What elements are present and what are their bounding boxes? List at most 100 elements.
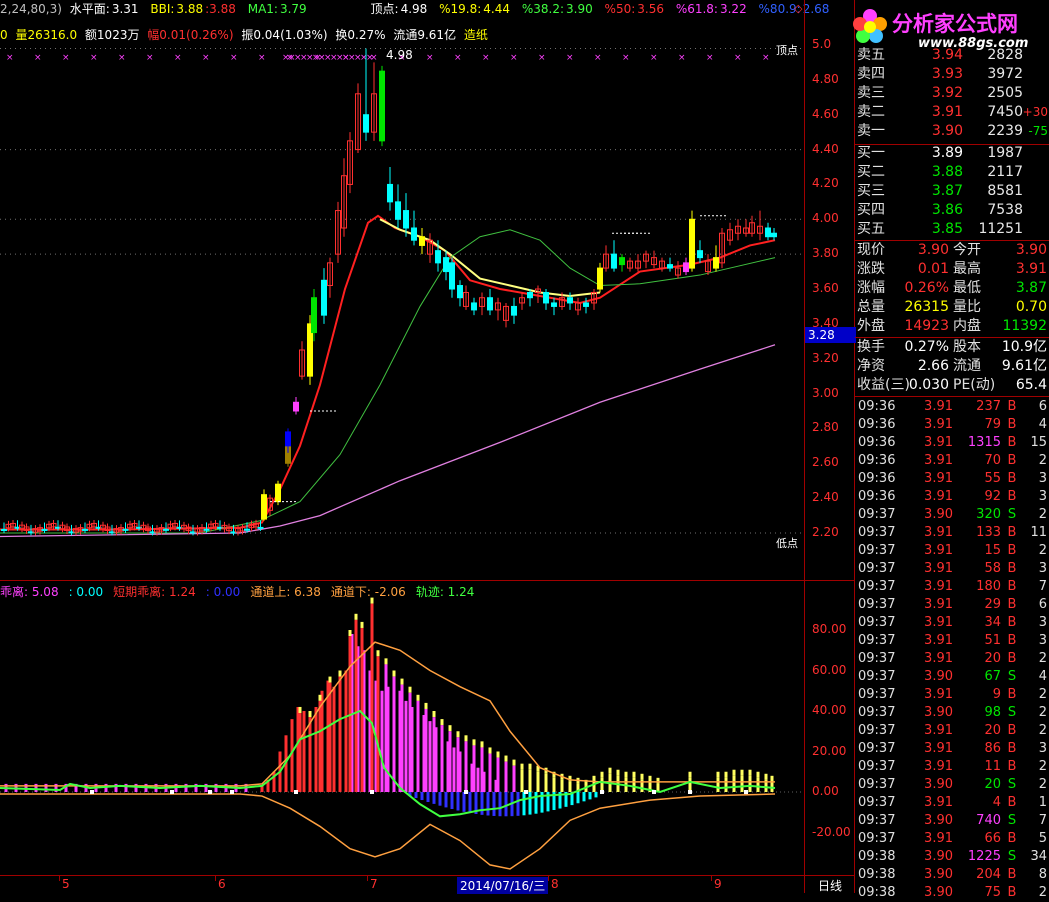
signal-dot bbox=[294, 790, 298, 794]
ma-line-red bbox=[0, 214, 776, 531]
tick-side: B bbox=[1007, 651, 1017, 666]
tick-price: 3.91 bbox=[924, 795, 953, 810]
quote-label: 股本 bbox=[953, 339, 981, 355]
ma-line-pink bbox=[0, 344, 776, 538]
tick-row: 09:37 3.91 29 B 6 bbox=[855, 596, 1049, 614]
tick-time: 09:37 bbox=[858, 813, 896, 828]
ma-line-green bbox=[0, 229, 776, 534]
ask-price: 3.93 bbox=[931, 66, 963, 82]
ask-volume: 7450 bbox=[987, 104, 1023, 120]
diamond-icon[interactable]: ◇ bbox=[794, 2, 802, 15]
candle-body bbox=[363, 114, 369, 133]
price-tick-label: 2.60 bbox=[812, 455, 839, 470]
tick-volume: 11 bbox=[984, 759, 1001, 774]
quote-row: 外盘 14923 内盘 11392 bbox=[855, 317, 1049, 336]
tick-price: 3.90 bbox=[924, 813, 953, 828]
quote-row: 总量 26315 量比 0.70 bbox=[855, 298, 1049, 317]
signal-marker: × bbox=[594, 53, 602, 63]
tick-price: 3.90 bbox=[924, 705, 953, 720]
tick-count: 34 bbox=[1030, 849, 1047, 864]
tick-price: 3.90 bbox=[924, 885, 953, 900]
quote-label: 最高 bbox=[953, 261, 981, 277]
tick-side: B bbox=[1007, 399, 1017, 414]
tick-side: B bbox=[1007, 453, 1017, 468]
indicator-chart[interactable] bbox=[0, 582, 804, 875]
candle-body bbox=[419, 236, 425, 246]
tick-volume: 1225 bbox=[967, 849, 1001, 864]
bid-row[interactable]: 买五 3.85 11251 bbox=[855, 220, 1049, 239]
bid-row[interactable]: 买四 3.86 7538 bbox=[855, 201, 1049, 220]
tick-time: 09:36 bbox=[858, 435, 896, 450]
ask-price: 3.92 bbox=[931, 85, 963, 101]
signal-marker: × bbox=[366, 53, 374, 63]
quote-value: 14923 bbox=[904, 318, 949, 334]
tick-row: 09:37 3.91 66 B 5 bbox=[855, 830, 1049, 848]
fib61-value: 3.22 bbox=[719, 2, 747, 16]
tick-time: 09:37 bbox=[858, 759, 896, 774]
signal-marker: × bbox=[566, 53, 574, 63]
ask-row[interactable]: 卖一 3.90 2239 -75 bbox=[855, 122, 1049, 141]
quote-separator bbox=[855, 337, 1049, 338]
ask-row[interactable]: 卖二 3.91 7450 +30 bbox=[855, 103, 1049, 122]
tick-volume: 79 bbox=[984, 417, 1001, 432]
candlestick-chart[interactable]: × × × × × × × × × × × × × × × × × × × × × × × × × × × ×××××××××××××… bbox=[0, 40, 804, 580]
quote-row: 净资 2.66 流通 9.61亿 bbox=[855, 357, 1049, 376]
tick-time: 09:37 bbox=[858, 543, 896, 558]
ask-row[interactable]: 卖四 3.93 3972 bbox=[855, 65, 1049, 84]
tick-row: 09:37 3.91 9 B 2 bbox=[855, 686, 1049, 704]
tick-side: B bbox=[1007, 435, 1017, 450]
tick-row: 09:36 3.91 79 B 4 bbox=[855, 416, 1049, 434]
bid-row[interactable]: 买一 3.89 1987 bbox=[855, 144, 1049, 163]
quote-label: 总量 bbox=[857, 299, 885, 315]
signal-marker: × bbox=[622, 53, 630, 63]
signal-marker: × bbox=[146, 53, 154, 63]
date-axis-label: 9 bbox=[714, 877, 722, 891]
xaxis-line bbox=[0, 875, 855, 876]
tick-side: S bbox=[1007, 705, 1017, 720]
ask-row[interactable]: 卖三 3.92 2505 bbox=[855, 84, 1049, 103]
date-axis-label: 6 bbox=[218, 877, 226, 891]
period-label[interactable]: 日线 bbox=[818, 877, 842, 894]
ask-row[interactable]: 卖五 3.94 2828 bbox=[855, 46, 1049, 65]
tick-volume: 66 bbox=[984, 831, 1001, 846]
indicator-tick-label: 0.00 bbox=[812, 784, 839, 798]
signal-marker: × bbox=[706, 53, 714, 63]
candle-body bbox=[275, 483, 281, 503]
tick-volume: 67 bbox=[984, 669, 1001, 684]
tick-price: 3.91 bbox=[924, 615, 953, 630]
quote-value: 3.90 bbox=[1015, 242, 1047, 258]
tick-count: 6 bbox=[1038, 399, 1047, 414]
bid-label: 买三 bbox=[857, 183, 885, 199]
tick-row: 09:36 3.91 237 B 6 bbox=[855, 398, 1049, 416]
quote-label: 涨跌 bbox=[857, 261, 885, 277]
tick-side: S bbox=[1007, 813, 1017, 828]
top-marker-label: 顶点 bbox=[776, 44, 798, 57]
tick-row: 09:37 3.90 740 S 7 bbox=[855, 812, 1049, 830]
price-tick-label: 2.20 bbox=[812, 525, 839, 539]
quote-value: 3.87 bbox=[1015, 280, 1047, 296]
candle-body bbox=[395, 201, 401, 220]
tick-count: 3 bbox=[1038, 489, 1047, 504]
date-tick bbox=[59, 876, 60, 881]
signal-dot bbox=[524, 790, 528, 794]
tick-price: 3.91 bbox=[924, 399, 953, 414]
tick-count: 2 bbox=[1038, 687, 1047, 702]
tick-volume: 55 bbox=[984, 471, 1001, 486]
tick-volume: 237 bbox=[976, 399, 1001, 414]
bbi-value: 3.88 bbox=[176, 2, 204, 16]
tick-price: 3.90 bbox=[924, 777, 953, 792]
top-value: 4.98 bbox=[400, 2, 428, 16]
tick-time: 09:37 bbox=[858, 723, 896, 738]
quote-label: 内盘 bbox=[953, 318, 981, 334]
signal-marker: × bbox=[230, 53, 238, 63]
candle-body bbox=[667, 264, 673, 269]
tick-volume: 320 bbox=[976, 507, 1001, 522]
tick-row: 09:37 3.91 4 B 1 bbox=[855, 794, 1049, 812]
bid-row[interactable]: 买二 3.88 2117 bbox=[855, 163, 1049, 182]
candle-body bbox=[597, 267, 603, 290]
tick-volume: 29 bbox=[984, 597, 1001, 612]
bid-row[interactable]: 买三 3.87 8581 bbox=[855, 182, 1049, 201]
quote-label: 量比 bbox=[953, 299, 981, 315]
tick-side: B bbox=[1007, 471, 1017, 486]
high-price-label: 4.98 bbox=[386, 48, 413, 62]
